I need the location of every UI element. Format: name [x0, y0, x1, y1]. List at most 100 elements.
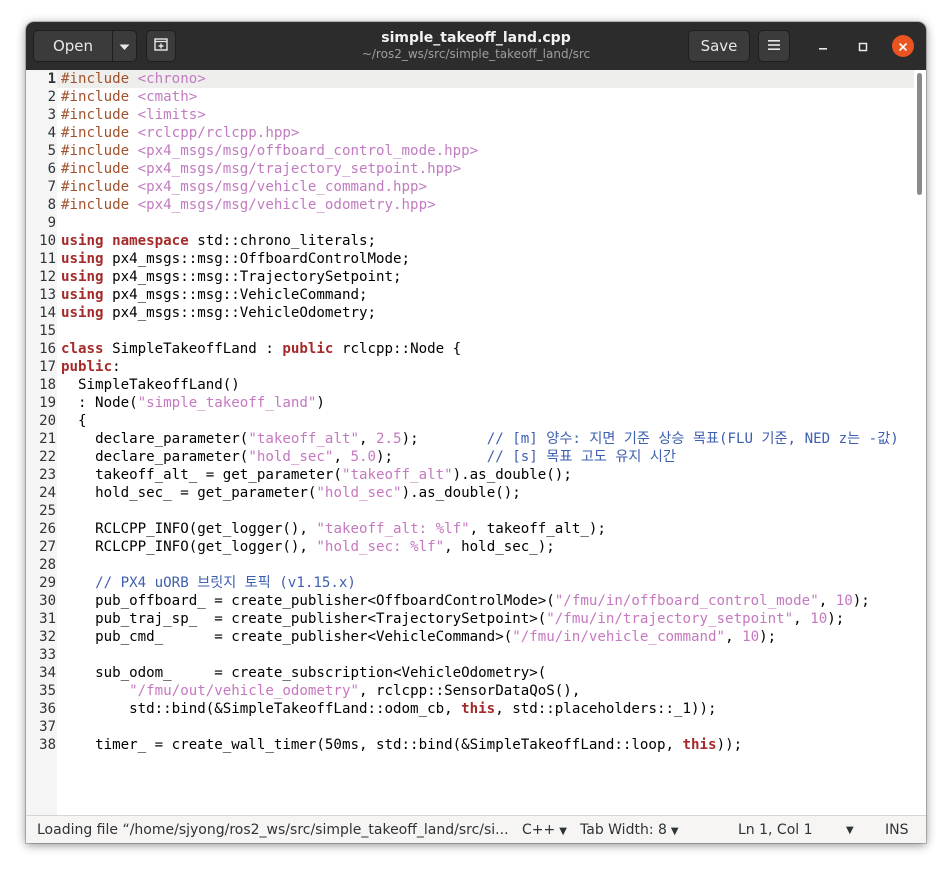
code-token: "/fmu/in/offboard_control_mode" — [554, 593, 819, 609]
code-token: 2.5 — [376, 431, 402, 447]
open-button[interactable]: Open — [33, 30, 113, 62]
code-line[interactable]: 18 SimpleTakeoffLand() — [26, 376, 914, 394]
code-line[interactable]: 5 #include <px4_msgs/msg/offboard_control… — [26, 142, 914, 160]
code-line[interactable]: 11 using px4_msgs::msg::OffboardControlMo… — [26, 250, 914, 268]
code-token: <px4_msgs/msg/vehicle_command.hpp> — [137, 179, 428, 195]
code-line[interactable]: 35 "/fmu/out/vehicle_odometry", rclcpp::… — [26, 682, 914, 700]
file-status: Loading file “/home/sjyong/ros2_ws/src/s… — [37, 822, 509, 838]
open-menu-button[interactable] — [112, 30, 137, 62]
line-number: 11 — [39, 251, 56, 267]
line-number: 14 — [39, 305, 56, 321]
code-token: ).as_double(); — [401, 485, 521, 501]
code-line[interactable]: 33 ​ — [26, 646, 914, 664]
line-number: 3 — [47, 107, 56, 123]
code-token: pub_offboard_ = create_publisher<Offboar… — [61, 593, 555, 609]
code-line[interactable]: 36 std::bind(&SimpleTakeoffLand::odom_cb… — [26, 700, 914, 718]
editor-window: Open simple_takeoff_land.cpp ~/ros2_ws/s… — [26, 22, 926, 843]
line-code: SimpleTakeoffLand() — [61, 376, 899, 394]
code-line[interactable]: 29 // PX4 uORB 브릿지 토픽 (v1.15.x) — [26, 574, 914, 592]
code-token: declare_parameter( — [61, 431, 249, 447]
code-line[interactable]: 10 using namespace std::chrono_literals; — [26, 232, 914, 250]
line-code: declare_parameter("hold_sec", 5.0); // [… — [61, 448, 899, 466]
code-line[interactable]: 4 #include <rclcpp/rclcpp.hpp> — [26, 124, 914, 142]
code-token: ); — [376, 449, 487, 465]
window-subtitle: ~/ros2_ws/src/simple_takeoff_land/src — [361, 47, 591, 61]
code-line[interactable]: 3 #include <limits> — [26, 106, 914, 124]
close-button[interactable] — [892, 35, 914, 57]
code-token: ); — [759, 629, 777, 645]
code-line[interactable]: 2 #include <cmath> — [26, 88, 914, 106]
code-token: timer_ = create_wall_timer(50ms, std::bi… — [61, 737, 683, 753]
scrollbar-thumb[interactable] — [917, 73, 922, 195]
line-code: using px4_msgs::msg::TrajectorySetpoint; — [61, 268, 899, 286]
code-line[interactable]: 24 hold_sec_ = get_parameter("hold_sec")… — [26, 484, 914, 502]
code-line[interactable]: 14 using px4_msgs::msg::VehicleOdometry; — [26, 304, 914, 322]
code-line[interactable]: 6 #include <px4_msgs/msg/trajectory_setpo… — [26, 160, 914, 178]
code-line[interactable]: 31 pub_traj_sp_ = create_publisher<Traje… — [26, 610, 914, 628]
line-code: RCLCPP_INFO(get_logger(), "takeoff_alt: … — [61, 520, 899, 538]
code-token: ); — [852, 593, 870, 609]
line-number: 29 — [39, 575, 56, 591]
code-line[interactable]: 7 #include <px4_msgs/msg/vehicle_command.… — [26, 178, 914, 196]
tab-width-selector[interactable]: Tab Width: 8 ▼ — [580, 821, 679, 841]
code-line[interactable]: 8 #include <px4_msgs/msg/vehicle_odometry… — [26, 196, 914, 214]
code-token: , — [359, 431, 377, 447]
line-number: 28 — [39, 557, 56, 573]
code-token: "simple_takeoff_land" — [137, 395, 317, 411]
new-tab-button[interactable] — [146, 30, 176, 62]
code-line[interactable]: 20 { — [26, 412, 914, 430]
code-token: )); — [716, 737, 743, 753]
code-token: // PX4 uORB 브릿지 토픽 (v1.15.x) — [61, 575, 356, 591]
code-line[interactable]: 17 public: — [26, 358, 914, 376]
insert-mode-indicator[interactable]: INS — [885, 821, 909, 839]
maximize-button[interactable] — [852, 35, 874, 57]
code-line[interactable]: 27 RCLCPP_INFO(get_logger(), "hold_sec: … — [26, 538, 914, 556]
minimize-button[interactable] — [812, 35, 834, 57]
code-line[interactable]: 13 using px4_msgs::msg::VehicleCommand; — [26, 286, 914, 304]
code-token: "hold_sec" — [316, 485, 402, 501]
line-number: 31 — [39, 611, 56, 627]
line-code: ​ — [61, 214, 899, 232]
save-button[interactable]: Save — [688, 30, 750, 62]
line-number: 36 — [39, 701, 56, 717]
code-token: hold_sec_ = get_parameter( — [61, 485, 317, 501]
code-line[interactable]: 30 pub_offboard_ = create_publisher<Offb… — [26, 592, 914, 610]
code-token: px4_msgs::msg::VehicleOdometry; — [103, 305, 377, 321]
code-token: "takeoff_alt: %lf" — [316, 521, 470, 537]
code-token: , — [818, 593, 836, 609]
code-line[interactable]: 16 class SimpleTakeoffLand : public rclcp… — [26, 340, 914, 358]
code-line[interactable]: 19 : Node("simple_takeoff_land") — [26, 394, 914, 412]
code-editor[interactable]: 1 #include <chrono> 2 #include <cmath> 3 #inc… — [26, 70, 926, 815]
line-number: 26 — [39, 521, 56, 537]
code-token: 10 — [810, 611, 828, 627]
language-selector[interactable]: C++ ▼ — [522, 821, 567, 841]
code-line[interactable]: 26 RCLCPP_INFO(get_logger(), "takeoff_al… — [26, 520, 914, 538]
chevron-down-icon: ▼ — [846, 825, 854, 836]
code-token: <rclcpp/rclcpp.hpp> — [137, 125, 300, 141]
code-line[interactable]: 23 takeoff_alt_ = get_parameter("takeoff… — [26, 466, 914, 484]
code-line[interactable]: 34 sub_odom_ = create_subscription<Vehic… — [26, 664, 914, 682]
code-line[interactable]: 32 pub_cmd_ = create_publisher<VehicleCo… — [26, 628, 914, 646]
main-menu-button[interactable] — [758, 30, 790, 62]
cursor-position[interactable]: Ln 1, Col 1 — [738, 821, 813, 839]
code-token: , — [793, 611, 811, 627]
code-line[interactable]: 12 using px4_msgs::msg::TrajectorySetpoin… — [26, 268, 914, 286]
code-token: using — [61, 305, 104, 321]
code-token: SimpleTakeoffLand : — [103, 341, 283, 357]
position-menu-button[interactable]: ▼ — [846, 822, 854, 840]
vertical-scrollbar[interactable] — [914, 70, 926, 815]
code-line[interactable]: 15 ​ — [26, 322, 914, 340]
code-line[interactable]: 37 ​ — [26, 718, 914, 736]
line-code: RCLCPP_INFO(get_logger(), "hold_sec: %lf… — [61, 538, 899, 556]
code-line[interactable]: 28 ​ — [26, 556, 914, 574]
save-button-label: Save — [700, 37, 738, 55]
code-line[interactable]: 21 declare_parameter("takeoff_alt", 2.5)… — [26, 430, 914, 448]
code-line[interactable]: 22 declare_parameter("hold_sec", 5.0); /… — [26, 448, 914, 466]
code-token: #include — [61, 89, 138, 105]
code-line[interactable]: 25 ​ — [26, 502, 914, 520]
code-line[interactable]: 1 #include <chrono> — [26, 70, 914, 88]
code-line[interactable]: 9​ — [26, 214, 914, 232]
code-line[interactable]: 38 timer_ = create_wall_timer(50ms, std:… — [26, 736, 914, 754]
